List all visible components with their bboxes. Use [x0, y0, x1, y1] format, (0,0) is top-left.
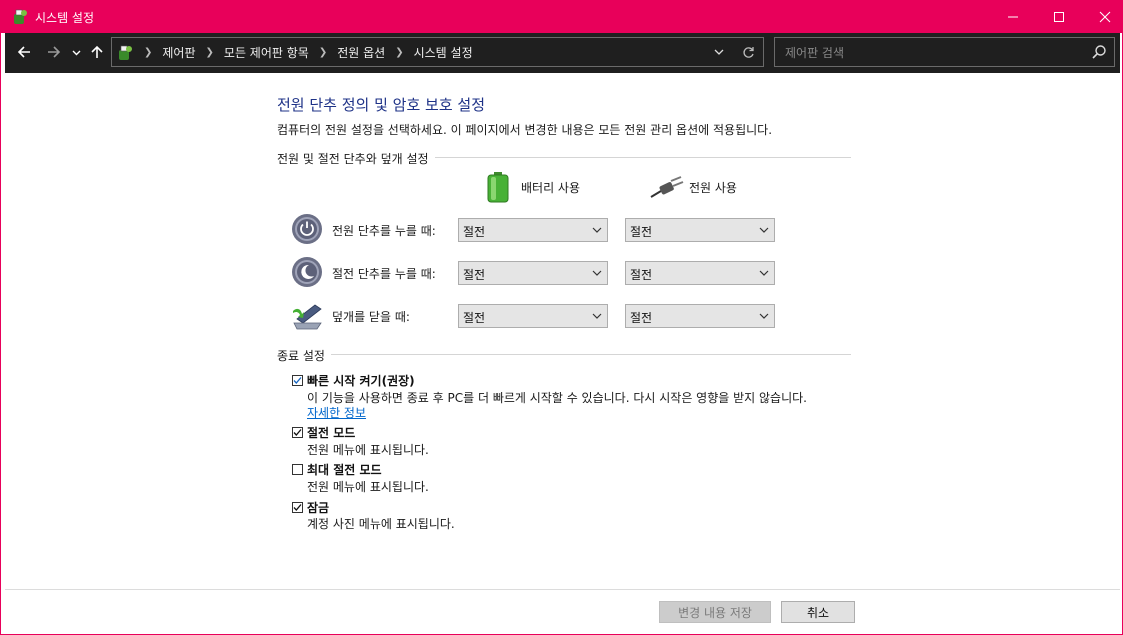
chevron-down-icon	[592, 270, 602, 276]
power-plug-icon	[650, 176, 684, 198]
checkmark-icon	[293, 429, 302, 436]
close-button[interactable]	[1082, 0, 1123, 33]
chevron-down-icon	[714, 49, 724, 55]
breadcrumb: ❯ 제어판 ❯ 모든 제어판 항목 ❯ 전원 옵션 ❯ 시스템 설정	[138, 38, 477, 66]
chevron-down-icon	[759, 270, 769, 276]
breadcrumb-item-system-settings[interactable]: 시스템 설정	[410, 44, 477, 61]
sleep-button-icon	[292, 257, 322, 287]
arrow-right-icon	[48, 46, 61, 58]
option-description: 계정 사진 메뉴에 표시됩니다.	[307, 517, 455, 531]
sleep-button-battery-select[interactable]: 절전	[458, 261, 608, 285]
chevron-down-icon	[592, 313, 602, 319]
minimize-button[interactable]	[990, 0, 1036, 33]
maximize-button[interactable]	[1036, 0, 1082, 33]
option-description: 이 기능을 사용하면 종료 후 PC를 더 빠르게 시작할 수 있습니다. 다시…	[307, 391, 807, 405]
minimize-icon	[1008, 16, 1018, 17]
power-button-icon	[292, 214, 322, 244]
select-value: 절전	[630, 311, 653, 325]
checkmark-icon	[293, 377, 302, 384]
breadcrumb-separator: ❯	[318, 46, 328, 58]
lid-close-plugged-select[interactable]: 절전	[625, 304, 775, 328]
hibernate-checkbox[interactable]	[292, 464, 303, 475]
breadcrumb-item-control-panel[interactable]: 제어판	[158, 44, 199, 61]
arrow-left-icon	[17, 46, 30, 58]
lid-close-battery-select[interactable]: 절전	[458, 304, 608, 328]
row-label: 전원 단추를 누를 때:	[332, 224, 436, 238]
shutdown-section-title: 종료 설정	[277, 347, 331, 364]
fast-startup-checkbox[interactable]	[292, 375, 303, 386]
option-description: 전원 메뉴에 표시됩니다.	[307, 480, 429, 494]
close-icon	[1099, 11, 1111, 22]
battery-column-header: 배터리 사용	[486, 171, 580, 203]
hibernate-option[interactable]: 최대 절전 모드	[292, 461, 382, 478]
window-title: 시스템 설정	[35, 11, 95, 25]
power-button-battery-select[interactable]: 절전	[458, 218, 608, 242]
control-panel-app-icon	[14, 9, 27, 24]
select-value: 절전	[630, 225, 653, 239]
checkbox-label: 빠른 시작 켜기(권장)	[307, 374, 415, 388]
battery-column-label: 배터리 사용	[521, 180, 581, 195]
fast-startup-option[interactable]: 빠른 시작 켜기(권장)	[292, 372, 415, 389]
page-description: 컴퓨터의 전원 설정을 선택하세요. 이 페이지에서 변경한 내용은 모든 전원…	[277, 123, 773, 137]
arrow-up-icon	[91, 45, 103, 58]
recent-locations-button[interactable]	[69, 41, 83, 63]
search-box[interactable]	[774, 37, 1115, 67]
lock-checkbox[interactable]	[292, 502, 303, 513]
maximize-icon	[1054, 11, 1064, 22]
up-button[interactable]	[87, 41, 107, 63]
sleep-option[interactable]: 절전 모드	[292, 424, 355, 441]
title-bar: 시스템 설정	[1, 0, 1123, 33]
refresh-button[interactable]	[738, 42, 758, 62]
breadcrumb-item-all-items[interactable]: 모든 제어판 항목	[220, 44, 313, 61]
save-changes-button[interactable]: 변경 내용 저장	[659, 601, 771, 623]
chevron-down-icon	[759, 227, 769, 233]
sleep-button-plugged-select[interactable]: 절전	[625, 261, 775, 285]
power-button-plugged-select[interactable]: 절전	[625, 218, 775, 242]
control-panel-icon	[119, 45, 132, 60]
select-value: 절전	[630, 268, 653, 282]
breadcrumb-separator: ❯	[205, 46, 214, 58]
sleep-checkbox[interactable]	[292, 427, 303, 438]
navigation-bar: ❯ 제어판 ❯ 모든 제어판 항목 ❯ 전원 옵션 ❯ 시스템 설정	[5, 33, 1120, 73]
power-section-title: 전원 및 절전 단추와 덮개 설정	[277, 150, 435, 167]
row-label: 덮개를 닫을 때:	[332, 310, 410, 324]
chevron-down-icon	[592, 227, 602, 233]
back-button[interactable]	[13, 41, 35, 63]
chevron-down-icon	[759, 313, 769, 319]
breadcrumb-separator: ❯	[144, 46, 153, 58]
more-info-link[interactable]: 자세한 정보	[307, 404, 366, 421]
search-input[interactable]	[783, 42, 1087, 64]
main-content: 전원 단추 정의 및 암호 보호 설정 컴퓨터의 전원 설정을 선택하세요. 이…	[5, 73, 1120, 589]
checkbox-label: 최대 절전 모드	[307, 463, 382, 477]
plugged-column-header: 전원 사용	[649, 175, 737, 199]
address-history-dropdown[interactable]	[710, 42, 728, 62]
footer-divider	[5, 589, 1120, 590]
breadcrumb-item-power-options[interactable]: 전원 옵션	[333, 44, 389, 61]
lock-option[interactable]: 잠금	[292, 499, 329, 516]
row-label: 절전 단추를 누를 때:	[332, 267, 436, 281]
option-description: 전원 메뉴에 표시됩니다.	[307, 443, 429, 457]
search-icon[interactable]	[1091, 44, 1107, 60]
laptop-lid-icon	[293, 304, 322, 330]
select-value: 절전	[463, 225, 486, 239]
chevron-down-icon	[72, 50, 80, 55]
select-value: 절전	[463, 268, 486, 282]
checkmark-icon	[293, 504, 302, 511]
breadcrumb-separator: ❯	[395, 46, 404, 58]
section-divider	[277, 354, 851, 355]
system-settings-window: 시스템 설정 ❯ 제어판 ❯ 모든 제어판 항목 ❯ 전원 옵션 ❯ 시스템 설…	[0, 0, 1123, 635]
select-value: 절전	[463, 311, 486, 325]
address-bar[interactable]: ❯ 제어판 ❯ 모든 제어판 항목 ❯ 전원 옵션 ❯ 시스템 설정	[111, 37, 764, 67]
forward-button[interactable]	[43, 41, 65, 63]
battery-icon	[487, 172, 509, 203]
page-title: 전원 단추 정의 및 암호 보호 설정	[277, 96, 486, 114]
cancel-button[interactable]: 취소	[781, 601, 855, 623]
checkbox-label: 절전 모드	[307, 426, 356, 440]
plugged-column-label: 전원 사용	[689, 180, 737, 195]
refresh-icon	[742, 46, 754, 58]
checkbox-label: 잠금	[307, 501, 330, 515]
